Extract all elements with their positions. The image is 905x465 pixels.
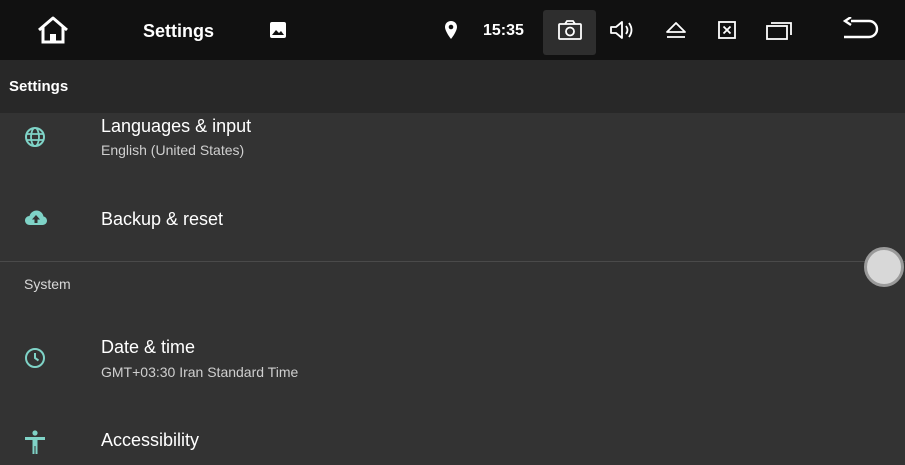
app-title: Settings — [143, 21, 215, 41]
location-icon — [440, 0, 462, 60]
clock-icon — [24, 347, 46, 374]
page-title: Settings — [9, 78, 69, 95]
item-title: Backup & reset — [101, 209, 224, 229]
settings-item-accessibility[interactable]: Accessibility — [0, 410, 905, 465]
section-divider — [0, 261, 905, 262]
eject-icon[interactable] — [662, 0, 690, 60]
accessibility-icon — [24, 430, 46, 459]
image-icon — [266, 0, 290, 60]
item-subtitle: GMT+03:30 Iran Standard Time — [101, 364, 299, 380]
item-title: Languages & input — [101, 116, 252, 136]
globe-icon — [24, 126, 46, 153]
settings-header: Settings — [0, 60, 905, 113]
cloud-upload-icon — [24, 209, 48, 232]
status-bar: Settings 15:35 — [0, 0, 905, 60]
settings-item-backup[interactable]: Backup & reset — [0, 185, 905, 251]
item-title: Date & time — [101, 337, 196, 357]
home-icon[interactable] — [28, 0, 78, 60]
floating-assistive-button[interactable] — [864, 247, 904, 287]
item-title: Accessibility — [101, 430, 200, 450]
settings-item-date-time[interactable]: Date & time GMT+03:30 Iran Standard Time — [0, 332, 905, 392]
back-icon[interactable] — [838, 0, 884, 60]
recent-apps-icon[interactable] — [763, 0, 795, 60]
close-box-icon[interactable] — [713, 0, 741, 60]
camera-icon[interactable] — [553, 0, 587, 60]
section-header-system: System — [24, 276, 71, 292]
settings-item-languages[interactable]: Languages & input English (United States… — [0, 113, 905, 175]
clock-time: 15:35 — [483, 22, 524, 39]
volume-icon[interactable] — [607, 0, 639, 60]
item-subtitle: English (United States) — [101, 142, 245, 158]
